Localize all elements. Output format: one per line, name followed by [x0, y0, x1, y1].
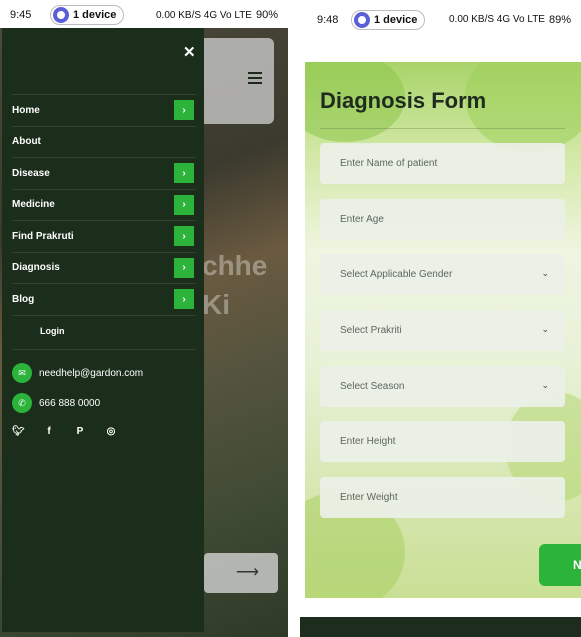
phone-icon: ✆ [12, 393, 32, 413]
facebook-icon[interactable]: f [43, 426, 55, 437]
nav-drawer: ✕ Home › About Disease › Medicine › Find… [2, 28, 204, 632]
status-right: 0.00 KB/S 4G Vo LTE 89% [449, 14, 571, 26]
status-bar: 9:48 1 device 0.00 KB/S 4G Vo LTE 89% [300, 0, 581, 40]
title-divider [320, 128, 565, 129]
chevron-down-icon: ⌄ [541, 380, 549, 390]
diagnosis-form-card: Diagnosis Form Enter Name of patient Ent… [305, 62, 581, 598]
height-input[interactable]: Enter Height [320, 421, 565, 462]
device-pill[interactable]: 1 device [351, 10, 426, 30]
chevron-right-icon[interactable]: › [174, 257, 194, 278]
left-screen: 9:45 1 device 0.00 KB/S 4G Vo LTE 90% ch… [0, 0, 288, 637]
battery-level: 90% [255, 9, 278, 21]
hamburger-icon[interactable] [248, 72, 262, 86]
menu-item-label: Medicine [12, 199, 55, 211]
menu-item-medicine[interactable]: Medicine › [12, 188, 196, 221]
device-label: 1 device [374, 14, 418, 26]
chevron-right-icon[interactable]: › [174, 289, 194, 309]
menu-item-diagnosis[interactable]: Diagnosis › [12, 251, 196, 284]
right-screen: 9:48 1 device 0.00 KB/S 4G Vo LTE 89% Di… [300, 0, 581, 637]
close-icon[interactable]: ✕ [183, 43, 196, 61]
hero-text: chhe Ki [202, 250, 268, 321]
menu-item-label: About [12, 136, 41, 148]
menu-item-home[interactable]: Home › [12, 94, 196, 126]
header-card [198, 38, 274, 124]
menu-item-label: Disease [12, 167, 50, 179]
battery-level: 89% [548, 14, 571, 26]
prakriti-select-label: Select Prakriti [340, 325, 402, 336]
device-icon [354, 12, 370, 28]
gender-select[interactable]: Select Applicable Gender ⌄ [320, 254, 565, 295]
phone-contact[interactable]: ✆ 666 888 0000 [12, 393, 100, 413]
status-time: 9:45 [10, 9, 32, 21]
envelope-icon: ✉ [12, 363, 32, 383]
device-pill[interactable]: 1 device [50, 5, 125, 25]
prakriti-select[interactable]: Select Prakriti ⌄ [320, 310, 565, 351]
status-bar: 9:45 1 device 0.00 KB/S 4G Vo LTE 90% [0, 0, 288, 30]
gender-select-label: Select Applicable Gender [340, 269, 453, 280]
chevron-down-icon: ⌄ [541, 268, 549, 278]
login-link[interactable]: Login [40, 326, 65, 336]
patient-name-input[interactable]: Enter Name of patient [320, 143, 565, 184]
next-button[interactable]: N [539, 544, 581, 586]
menu-item-find-prakruti[interactable]: Find Prakruti › [12, 220, 196, 252]
email-text: needhelp@gardon.com [39, 367, 144, 379]
chevron-right-icon[interactable]: › [174, 100, 194, 120]
form-title: Diagnosis Form [320, 88, 487, 113]
menu-item-label: Home [12, 104, 40, 116]
chevron-down-icon: ⌄ [541, 324, 549, 334]
drawer-menu: Home › About Disease › Medicine › Find P… [12, 94, 196, 316]
phone-text: 666 888 0000 [39, 397, 101, 409]
drawer-divider [12, 349, 196, 350]
signal-text: 0.00 KB/S 4G Vo LTE [448, 14, 545, 25]
status-time: 9:48 [317, 14, 339, 26]
social-links: 🐦︎ f P ◎ [12, 426, 117, 437]
menu-divider [12, 314, 196, 316]
footer-strip [300, 617, 581, 637]
menu-item-blog[interactable]: Blog › [12, 283, 196, 315]
menu-item-label: Blog [12, 293, 35, 305]
age-input[interactable]: Enter Age [320, 199, 565, 240]
signal-text: 0.00 KB/S 4G Vo LTE [155, 9, 252, 21]
instagram-icon[interactable]: ◎ [105, 426, 117, 437]
weight-input[interactable]: Enter Weight [320, 477, 565, 518]
device-label: 1 device [73, 9, 117, 21]
pinterest-icon[interactable]: P [74, 426, 86, 437]
arrow-right-icon[interactable]: ⟶ [236, 562, 259, 582]
chevron-right-icon[interactable]: › [174, 226, 194, 246]
email-contact[interactable]: ✉ needhelp@gardon.com [12, 363, 143, 383]
chevron-right-icon[interactable]: › [174, 163, 194, 183]
season-select-label: Select Season [340, 381, 405, 392]
menu-item-label: Find Prakruti [12, 230, 74, 242]
chevron-right-icon[interactable]: › [174, 194, 194, 215]
season-select[interactable]: Select Season ⌄ [320, 366, 565, 407]
menu-item-label: Diagnosis [12, 262, 60, 274]
menu-item-about[interactable]: About [12, 125, 196, 158]
status-right: 0.00 KB/S 4G Vo LTE 90% [156, 9, 278, 21]
menu-item-disease[interactable]: Disease › [12, 157, 196, 189]
twitter-icon[interactable]: 🐦︎ [12, 426, 25, 437]
device-icon [53, 7, 69, 23]
